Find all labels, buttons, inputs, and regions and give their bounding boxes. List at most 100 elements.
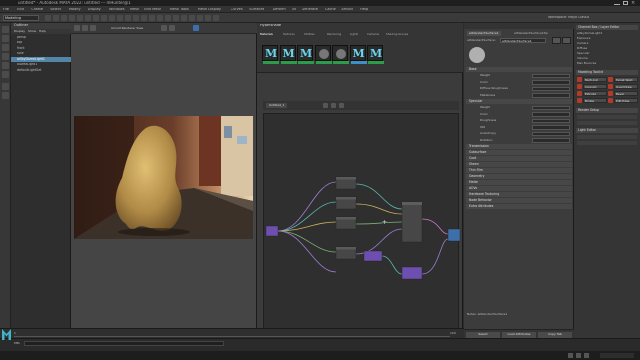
menu-mesh-tools[interactable]: Mesh Tools: [170, 8, 189, 12]
rotate-tool-icon[interactable]: [2, 62, 9, 69]
toolkit-button[interactable]: Edit Edge: [614, 98, 638, 103]
shelf-tool-icon[interactable]: [133, 15, 139, 21]
attr-section[interactable]: Base: [466, 67, 572, 72]
layout-single-icon[interactable]: [2, 83, 9, 90]
node-name-field[interactable]: aiStandardSurface1: [500, 38, 546, 43]
attr-value-field[interactable]: [532, 112, 570, 117]
channel-item[interactable]: Max Bounces: [577, 62, 637, 67]
move-tool-icon[interactable]: [2, 53, 9, 60]
tool-icon[interactable]: [608, 91, 613, 96]
shelf-tool-icon[interactable]: [53, 15, 59, 21]
channel-item[interactable]: Specular: [577, 52, 637, 57]
presets-button[interactable]: [562, 37, 571, 44]
scale-tool-icon[interactable]: [2, 71, 9, 78]
menu-help[interactable]: Help: [360, 8, 368, 12]
select-button[interactable]: Select: [466, 331, 500, 338]
graph-layout-icon[interactable]: [339, 102, 344, 108]
graph-tool-icon[interactable]: [323, 102, 328, 108]
outliner-menu-show[interactable]: Show: [28, 30, 36, 33]
menu-windows[interactable]: Windows: [109, 8, 125, 12]
attr-section[interactable]: Transmission: [466, 144, 572, 149]
menu-select[interactable]: Select: [50, 8, 61, 12]
outliner-item[interactable]: defaultLightSet: [11, 68, 71, 73]
outliner-item[interactable]: side: [11, 52, 71, 57]
toolkit-button[interactable]: Quad Draw: [614, 84, 638, 89]
outliner-menu-display[interactable]: Display: [14, 30, 25, 33]
shelf-tool-icon[interactable]: [125, 15, 131, 21]
attr-section[interactable]: Specular: [466, 99, 572, 104]
outliner-item[interactable]: aiAreaLight1: [11, 63, 71, 68]
material-swatch[interactable]: M: [297, 45, 314, 64]
menu-modify[interactable]: Modify: [69, 8, 81, 12]
graph-tab[interactable]: Untitled_1: [266, 103, 288, 108]
tray-icon[interactable]: [568, 353, 573, 358]
shelf-tool-icon[interactable]: [213, 15, 219, 21]
layout-four-icon[interactable]: [2, 92, 9, 99]
attr-section[interactable]: Geometry: [466, 174, 572, 179]
shelf-tool-icon[interactable]: [101, 15, 107, 21]
attr-section[interactable]: Thin Film: [466, 168, 572, 173]
toolkit-button[interactable]: Bridge: [583, 98, 607, 103]
tray-icon[interactable]: [576, 353, 581, 358]
attr-section[interactable]: Subsurface: [466, 150, 572, 155]
material-swatch[interactable]: [314, 45, 332, 64]
menu-mesh[interactable]: Mesh: [130, 8, 139, 12]
tool-icon[interactable]: [608, 98, 613, 103]
menu-create[interactable]: Create: [31, 8, 43, 12]
stop-icon[interactable]: [193, 25, 199, 31]
shelf-tool-icon[interactable]: [93, 15, 99, 21]
material-swatch[interactable]: M: [279, 45, 297, 64]
tool-icon[interactable]: [577, 98, 582, 103]
attr-tab-sg[interactable]: aiStandardSurface1SG: [512, 31, 550, 36]
shelf-tool-icon[interactable]: [141, 15, 147, 21]
render-icon[interactable]: [74, 25, 80, 31]
material-swatch[interactable]: M: [367, 45, 384, 64]
channel-item[interactable]: Volume: [577, 57, 637, 62]
attr-tab-shader[interactable]: aiStandardSurface1: [467, 31, 501, 36]
toolkit-button[interactable]: Bevel: [614, 91, 638, 96]
tool-icon[interactable]: [608, 77, 613, 82]
material-swatch[interactable]: [332, 45, 349, 64]
shelf-tool-icon[interactable]: [61, 15, 67, 21]
panel-section[interactable]: Light Editor: [576, 128, 638, 133]
tool-icon[interactable]: [577, 77, 582, 82]
shelf-tool-icon[interactable]: [189, 15, 195, 21]
shelf-tool-icon[interactable]: [117, 15, 123, 21]
graph-frame-icon[interactable]: [331, 102, 336, 108]
menu-cache[interactable]: Cache: [325, 8, 336, 12]
menu-arnold[interactable]: Arnold: [341, 8, 352, 12]
attr-section[interactable]: Coat: [466, 156, 572, 161]
attr-section[interactable]: Hardware Texturing: [466, 192, 572, 197]
focus-button[interactable]: [552, 37, 561, 44]
attr-value-field[interactable]: [532, 80, 570, 85]
shelf-tool-icon[interactable]: [109, 15, 115, 21]
shelf-tool-icon[interactable]: [173, 15, 179, 21]
shelf-tool-icon[interactable]: [165, 15, 171, 21]
attr-section[interactable]: Sheen: [466, 162, 572, 167]
tool-icon[interactable]: [608, 84, 613, 89]
ipr-icon[interactable]: [82, 25, 88, 31]
menu-curves[interactable]: Curves: [231, 8, 243, 12]
exposure-icon[interactable]: [161, 25, 167, 31]
tool-icon[interactable]: [577, 84, 582, 89]
menu-mesh-display[interactable]: Mesh Display: [198, 8, 221, 12]
menu-deform[interactable]: Deform: [273, 8, 286, 12]
shelf-tool-icon[interactable]: [157, 15, 163, 21]
shelf-tool-icon[interactable]: [205, 15, 211, 21]
shelf-tool-icon[interactable]: [197, 15, 203, 21]
outliner-menu-help[interactable]: Help: [39, 30, 46, 33]
toolkit-button[interactable]: Target Weld: [614, 77, 638, 82]
outliner-item[interactable]: top: [11, 41, 71, 46]
channel-item[interactable]: Camera: [577, 42, 637, 47]
channel-item[interactable]: Exposure: [577, 37, 637, 42]
menu-generate[interactable]: Generate: [302, 8, 318, 12]
channel-item[interactable]: aiSkyDomeLight1: [577, 32, 637, 37]
toolkit-button[interactable]: Multi-Cut: [583, 77, 607, 82]
shelf-tool-icon[interactable]: [149, 15, 155, 21]
menu-edit-mesh[interactable]: Edit Mesh: [144, 8, 161, 12]
attr-value-field[interactable]: [532, 73, 570, 78]
menu-edit[interactable]: Edit: [17, 8, 24, 12]
outliner-item[interactable]: aiSkyDomeLight1: [11, 57, 71, 62]
menu-display[interactable]: Display: [88, 8, 101, 12]
gamma-icon[interactable]: [169, 25, 175, 31]
